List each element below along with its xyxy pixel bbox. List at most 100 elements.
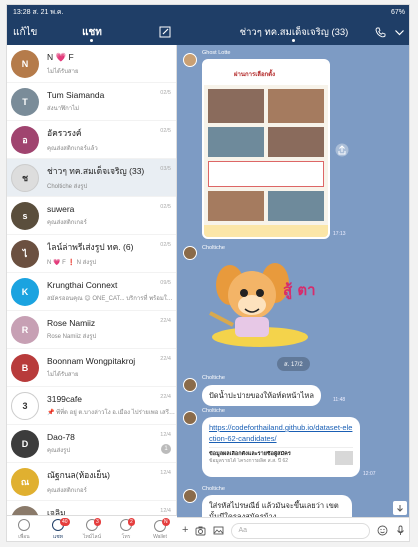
- compose-icon[interactable]: [159, 26, 171, 38]
- sticker-text: สู้ ตาย!!: [283, 281, 315, 300]
- date-divider: ส. 17/2: [277, 357, 310, 371]
- chat-item-name: 3199cafe: [47, 394, 82, 404]
- avatar: N: [11, 49, 39, 78]
- chat-item-text: อัครวรงค์คุณส่งสติกเกอร์แล้ว: [47, 126, 176, 153]
- tab-badge: 40: [60, 518, 70, 526]
- avatar: T: [11, 87, 39, 116]
- chat-list[interactable]: N N 💗 F ไม่ได้รับสาย T Tum Siamanda ส่งนาฬิกา…: [7, 45, 177, 515]
- app-window: 13:28 ส. 21 พ.ค. 67% แก้ไข แชท ช่าวๆ ทค.…: [6, 4, 410, 542]
- chat-list-item[interactable]: ช ช่าวๆ ทค.สมเด็จเจริญ (33) Choltiche ส่งร…: [7, 159, 176, 197]
- chat-item-date: 02/5: [160, 242, 171, 248]
- chat-item-date: 22/4: [160, 318, 171, 324]
- emoji-icon[interactable]: [377, 525, 388, 536]
- tab-label: ไทม์ไลน์: [82, 533, 102, 540]
- sender-avatar[interactable]: [183, 246, 197, 260]
- edit-button[interactable]: แก้ไข: [13, 25, 37, 40]
- link-preview-thumbnail: [335, 451, 353, 465]
- sender-name: Choltiche: [202, 408, 225, 414]
- chat-list-item[interactable]: จ เจลิมรบกวนที่ร่วมหัวดูไฟหน่อยเปล่าค่ะ12…: [7, 501, 176, 515]
- tab-label: แชท: [53, 533, 63, 540]
- chat-list-item[interactable]: K Krungthai Connext สมัครออนคุณ 😊 ONE_CAT.…: [7, 273, 176, 311]
- poster-image[interactable]: ผ่านการเลือกตั้ง: [202, 59, 330, 239]
- sender-name: Choltiche: [202, 486, 225, 492]
- chat-item-name: Krungthai Connext: [47, 280, 118, 290]
- message-bubble[interactable]: ใส่รหัสไปรษณีย์ แล้วมันจะขึ้นเลยว่า เขต …: [202, 495, 352, 517]
- sender-avatar[interactable]: [183, 378, 197, 392]
- poster-heading: ผ่านการเลือกตั้ง: [234, 72, 276, 78]
- message-input[interactable]: Aa: [231, 522, 370, 539]
- chat-list-item[interactable]: 3 3199cafe 📌 พีที่ด อยู่ ต.บางล่าวโง อ.เมื…: [7, 387, 176, 425]
- sticker-image[interactable]: สู้ ตาย!!: [205, 253, 315, 349]
- avatar: ช: [11, 163, 39, 192]
- link-message-bubble[interactable]: https://codeforthailand.github.io/datase…: [202, 417, 360, 477]
- chat-item-text: Boonnam Wongpitakroj ไม่ได้รับสาย: [47, 356, 176, 379]
- chat-item-preview: 📌 พีที่ด อยู่ ต.บางล่าวโง อ.เมือง ไปร่าย…: [47, 410, 176, 416]
- timeline-tab[interactable]: 3 ไทม์ไลน์: [75, 516, 109, 541]
- avatar: ไ: [11, 239, 39, 268]
- chats-tab[interactable]: 40 แชท: [41, 516, 75, 541]
- chat-list-item[interactable]: D Dao-78 คุณส่งรูป 12/4 1: [7, 425, 176, 463]
- chat-list-item[interactable]: B Boonnam Wongpitakroj ไม่ได้รับสาย 22/4: [7, 349, 176, 387]
- chat-item-preview: Rose Namiiz ส่งรูป: [47, 334, 97, 340]
- sender-avatar[interactable]: [183, 411, 197, 425]
- chat-item-name: อัครวรงค์: [47, 128, 82, 138]
- sender-name: Ghost Lotte: [202, 50, 231, 56]
- friends-icon: [18, 518, 30, 531]
- chat-list-item[interactable]: T Tum Siamanda ส่งนาฬิกาไม่ 02/5: [7, 83, 176, 121]
- chat-list-item[interactable]: ณ ณัฐกนล(ห้องเย็น) คุณส่งสติกเกอร์ 12/4: [7, 463, 176, 501]
- chat-item-name: เจลิม: [47, 508, 66, 515]
- bottom-tab-bar: เพื่อน 40 แชท 3 ไทม์ไลน์ 2 โทร N Wallet: [7, 515, 177, 541]
- avatar: s: [11, 201, 39, 230]
- calls-tab[interactable]: 2 โทร: [109, 516, 143, 541]
- link-preview-title: ข้อมูลผลเลือกตั้งและรายชื่อผู้สมัคร: [209, 451, 291, 457]
- chat-list-item[interactable]: ไ ไลน์ล่าพรีเส่งรูป ทค. (6) N 💗 F ❗ N ส่งร…: [7, 235, 176, 273]
- chat-item-preview: คุณส่งสติกเกอร์: [47, 488, 87, 494]
- chat-list-header: แก้ไข แชท: [7, 19, 177, 45]
- tab-badge: 2: [128, 518, 135, 526]
- message-input-bar: + Aa: [177, 517, 409, 541]
- chat-item-date: 02/5: [160, 128, 171, 134]
- tab-label: เพื่อน: [18, 533, 30, 540]
- chat-item-name: suwera: [47, 204, 75, 214]
- microphone-icon[interactable]: [395, 525, 406, 536]
- camera-icon[interactable]: [195, 525, 206, 536]
- message-link[interactable]: https://codeforthailand.github.io/datase…: [209, 422, 353, 444]
- chat-list-item[interactable]: N N 💗 F ไม่ได้รับสาย: [7, 45, 176, 83]
- wallet-tab[interactable]: N Wallet: [143, 516, 177, 541]
- share-icon[interactable]: [335, 143, 349, 157]
- message-placeholder: Aa: [238, 527, 247, 534]
- image-icon[interactable]: [213, 525, 224, 536]
- plus-icon[interactable]: +: [182, 525, 188, 536]
- chat-item-preview: N 💗 F ❗ N ส่งรูป: [47, 260, 97, 266]
- sender-avatar[interactable]: [183, 53, 197, 67]
- chat-area[interactable]: Ghost Lotte ผ่านการเลือกตั้ง 17:13 Cholt…: [177, 45, 409, 517]
- message-bubble[interactable]: ปัดน้ำปะปายของให้อท์ดหน้าไหล: [202, 385, 321, 406]
- scroll-down-button[interactable]: [393, 501, 407, 515]
- chat-item-text: Rose Namiiz Rose Namiiz ส่งรูป: [47, 318, 176, 341]
- chevron-down-icon[interactable]: [394, 27, 405, 38]
- call-icon[interactable]: [375, 27, 386, 38]
- chat-list-item[interactable]: ออัครวรงค์ คุณส่งสติกเกอร์แล้ว 02/5: [7, 121, 176, 159]
- chat-list-item[interactable]: R Rose Namiiz Rose Namiiz ส่งรูป 22/4: [7, 311, 176, 349]
- chat-item-date: 02/5: [160, 204, 171, 210]
- chat-item-name: ณัฐกนล(ห้องเย็น): [47, 470, 110, 480]
- arrow-down-icon: [397, 505, 403, 512]
- avatar: B: [11, 353, 39, 382]
- friends-tab[interactable]: เพื่อน: [7, 516, 41, 541]
- chat-item-preview: สมัครออนคุณ 😊 ONE_CAT... บริการที่ พร้อม…: [47, 296, 176, 302]
- chat-item-text: N 💗 F ไม่ได้รับสาย: [47, 52, 176, 76]
- chat-item-text: 3199cafe 📌 พีที่ด อยู่ ต.บางล่าวโง อ.เมือ…: [47, 394, 176, 417]
- avatar: ณ: [11, 467, 39, 496]
- chat-item-date: 12/4: [160, 470, 171, 476]
- chat-item-name: ไลน์ล่าพรีเส่งรูป ทค. (6): [47, 242, 134, 252]
- chat-item-date: 12/4: [160, 508, 171, 514]
- chat-item-preview: คุณส่งสติกเกอร์: [47, 220, 87, 226]
- chat-list-item[interactable]: s suwera คุณส่งสติกเกอร์ 02/5: [7, 197, 176, 235]
- chat-item-preview: ส่งนาฬิกาไม่: [47, 106, 80, 112]
- chat-item-name: Dao-78: [47, 432, 75, 442]
- chat-item-text: Dao-78 คุณส่งรูป: [47, 432, 176, 455]
- sender-avatar[interactable]: [183, 489, 197, 503]
- chat-item-preview: คุณส่งสติกเกอร์แล้ว: [47, 146, 98, 152]
- chat-item-name: ช่าวๆ ทค.สมเด็จเจริญ (33): [47, 166, 145, 176]
- chat-item-text: Krungthai Connext สมัครออนคุณ 😊 ONE_CAT..…: [47, 280, 176, 303]
